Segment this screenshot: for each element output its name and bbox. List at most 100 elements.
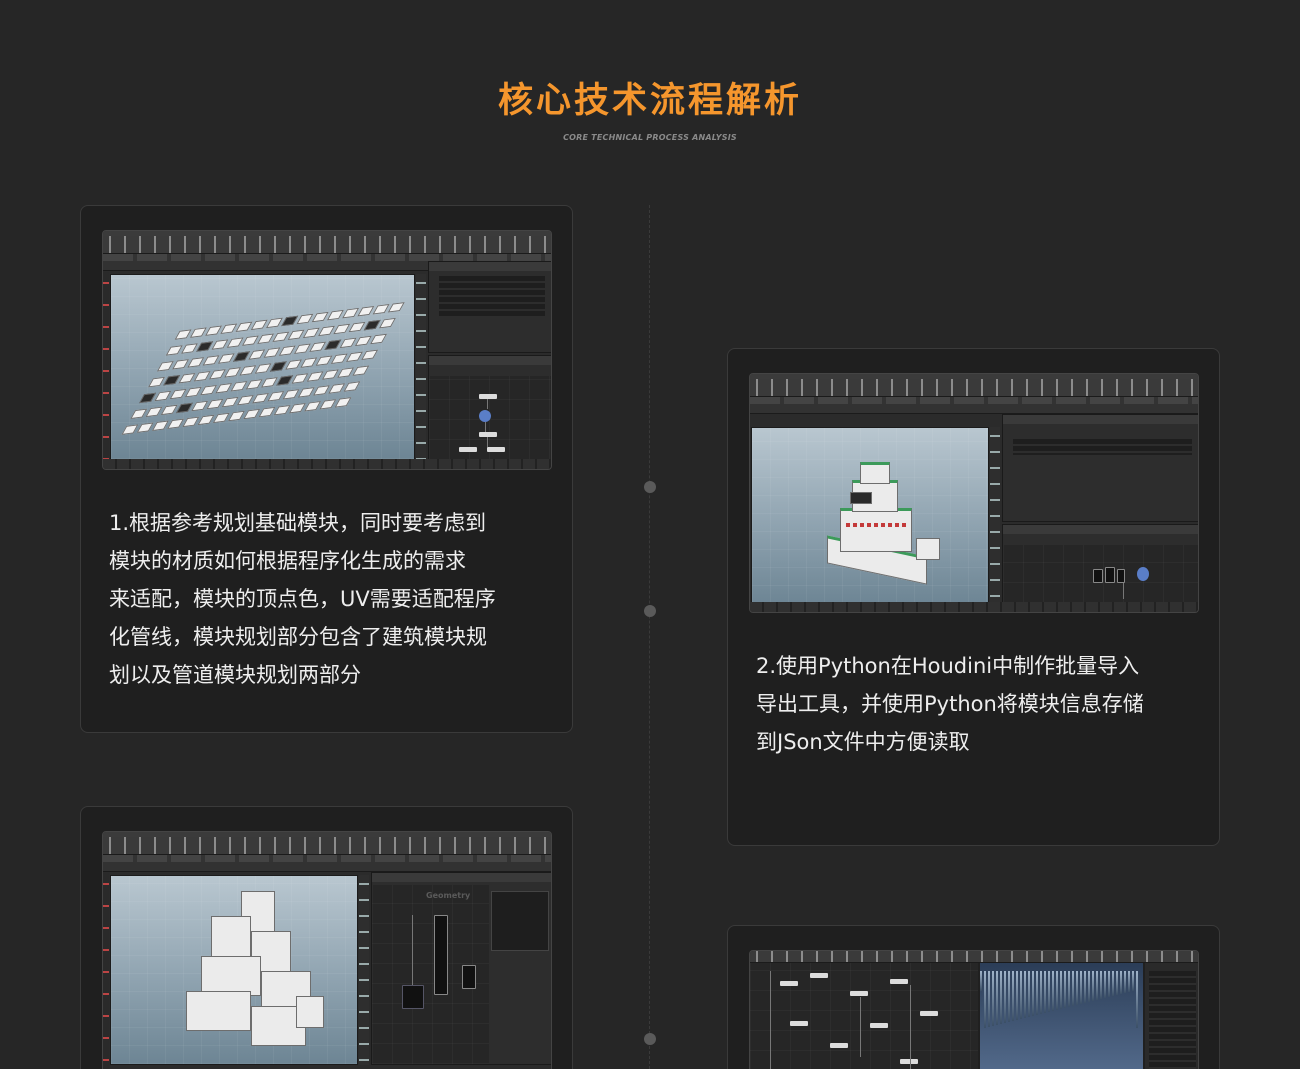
shelf-toolbar bbox=[103, 837, 551, 855]
terrain-ridge bbox=[984, 971, 986, 1028]
terrain-ridge bbox=[1072, 971, 1074, 1006]
terrain-ridge bbox=[1060, 971, 1062, 1009]
module-tile bbox=[265, 317, 283, 329]
module-tile bbox=[156, 361, 174, 372]
module-tile bbox=[197, 414, 215, 426]
terrain-ridge bbox=[1048, 971, 1050, 1012]
terrain-ridge bbox=[1092, 971, 1094, 1001]
card-2-description: 2.使用Python在Houdini中制作批量导入 导出工具，并使用Python将… bbox=[756, 647, 1206, 761]
parameter-panel bbox=[1002, 414, 1198, 522]
module-tile bbox=[239, 365, 257, 376]
module-tile bbox=[370, 333, 388, 345]
module-tile bbox=[291, 373, 309, 384]
card-1-description: 1.根据参考规划基础模块，同时要考虑到 模块的材质如何根据程序化生成的需求 来适配，… bbox=[109, 504, 559, 694]
process-card-4 bbox=[727, 925, 1220, 1069]
module-tile bbox=[276, 375, 294, 386]
terrain-ridge bbox=[1088, 971, 1090, 1002]
module-tile bbox=[269, 361, 287, 372]
module-tile bbox=[337, 367, 355, 378]
network-panel bbox=[1002, 524, 1198, 604]
module-tile bbox=[189, 327, 207, 338]
shelf-toolbar bbox=[103, 236, 551, 254]
terrain-ridge bbox=[996, 971, 998, 1025]
module-tile bbox=[202, 355, 220, 366]
terrain-ridge bbox=[1112, 971, 1114, 996]
terrain-ridge bbox=[1000, 971, 1002, 1024]
module-tile bbox=[254, 363, 272, 374]
module-tile bbox=[230, 381, 248, 392]
module-tile bbox=[221, 396, 239, 408]
module-tile bbox=[228, 410, 245, 422]
module-tile bbox=[311, 311, 329, 323]
module-tile bbox=[328, 383, 346, 394]
module-tile bbox=[282, 389, 300, 400]
module-tile bbox=[258, 406, 276, 418]
module-planning-screenshot bbox=[102, 230, 552, 470]
module-tile bbox=[136, 422, 154, 433]
network-panel: Geometry bbox=[371, 872, 551, 1065]
module-tile bbox=[339, 337, 357, 349]
geometry-context-label: Geometry bbox=[426, 891, 471, 900]
module-tile bbox=[151, 420, 169, 431]
terrain-ridge bbox=[1016, 971, 1018, 1020]
module-tile bbox=[154, 390, 172, 402]
terrain-ridge bbox=[1104, 971, 1106, 998]
terrain-ridge bbox=[1040, 971, 1042, 1014]
module-tile bbox=[205, 325, 223, 336]
terrain-ridge bbox=[1120, 971, 1122, 994]
module-tile bbox=[226, 337, 244, 348]
module-tile bbox=[241, 335, 259, 346]
tower-generation-screenshot: Geometry bbox=[102, 831, 552, 1069]
module-tile bbox=[302, 327, 320, 339]
module-tile bbox=[318, 325, 335, 337]
terrain-ridge bbox=[1056, 971, 1058, 1010]
module-tile bbox=[304, 401, 322, 412]
module-tile bbox=[319, 399, 337, 410]
module-tile bbox=[296, 313, 314, 325]
module-tile bbox=[235, 321, 253, 333]
module-tile bbox=[257, 333, 275, 344]
terrain-ridge bbox=[1052, 971, 1054, 1011]
module-tile bbox=[191, 400, 209, 412]
module-tile bbox=[260, 377, 278, 388]
module-tile bbox=[184, 386, 202, 398]
terrain-ridge bbox=[988, 971, 990, 1027]
timeline-dot bbox=[644, 481, 656, 493]
module-tile bbox=[180, 343, 198, 354]
module-tile bbox=[250, 319, 268, 331]
module-tile bbox=[200, 384, 218, 396]
module-tile bbox=[285, 359, 303, 370]
terrain-ridge bbox=[1024, 971, 1026, 1018]
terrain-ridge bbox=[1084, 971, 1086, 1003]
module-tile bbox=[236, 394, 254, 406]
module-tile bbox=[267, 391, 285, 402]
module-tile bbox=[313, 385, 330, 396]
section-title: 核心技术流程解析 bbox=[497, 81, 802, 121]
description-line: 化管线，模块规划部分包含了建筑模块规 bbox=[109, 625, 487, 649]
module-tile bbox=[220, 323, 238, 334]
module-tile bbox=[163, 374, 181, 386]
terrain-ridge bbox=[1012, 971, 1014, 1021]
terrain-ridge bbox=[1132, 971, 1134, 991]
module-tile bbox=[361, 349, 379, 361]
module-tile bbox=[354, 335, 372, 347]
description-line: 2.使用Python在Houdini中制作批量导入 bbox=[756, 654, 1140, 678]
terrain-ridge bbox=[1008, 971, 1010, 1022]
module-tile bbox=[333, 323, 351, 335]
timeline-dot bbox=[644, 605, 656, 617]
terrain-ridge bbox=[1108, 971, 1110, 997]
module-tile bbox=[182, 416, 200, 428]
description-line: 模块的材质如何根据程序化生成的需求 bbox=[109, 549, 466, 573]
module-tile bbox=[324, 339, 342, 351]
terrain-ridge bbox=[1068, 971, 1070, 1007]
module-tile bbox=[287, 329, 305, 341]
network-panel bbox=[428, 355, 551, 461]
shelf-toolbar bbox=[750, 379, 1198, 397]
module-tile bbox=[345, 351, 363, 363]
parameter-panel bbox=[1145, 963, 1198, 1069]
module-tile bbox=[193, 371, 211, 382]
module-tile bbox=[211, 339, 229, 350]
module-tile bbox=[208, 369, 226, 380]
terrain-ridge bbox=[1136, 971, 1138, 1028]
timeline-dot bbox=[644, 1033, 656, 1045]
